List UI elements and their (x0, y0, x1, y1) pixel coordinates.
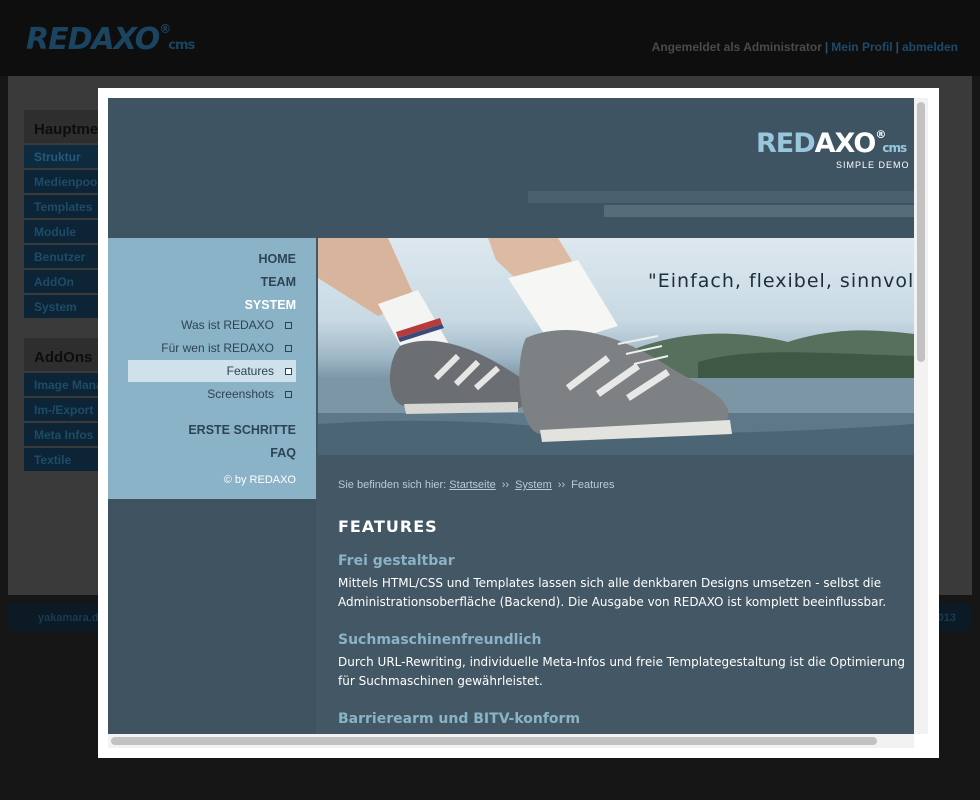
section-title: Frei gestaltbar (338, 553, 455, 569)
bullet-square-icon (285, 368, 292, 375)
hero-image: "Einfach, flexibel, sinnvol (318, 238, 914, 455)
page-title: FEATURES (338, 517, 438, 536)
sidebar-filler (108, 499, 316, 734)
site-tagline: SIMPLE DEMO (836, 160, 910, 170)
bullet-square-icon (285, 391, 292, 398)
section-text: Durch URL-Rewriting, individuelle Meta-I… (338, 655, 906, 688)
preview-modal: REDAXO®cms SIMPLE DEMO HOME TEAM SYSTEM … (98, 88, 939, 758)
footer-year: 013 (937, 612, 956, 624)
nav-sub-fuer-wen[interactable]: Für wen ist REDAXO (128, 337, 296, 359)
section-title: Barrierearm und BITV-konform (338, 711, 581, 727)
backend-logo[interactable]: REDAXO®cms (26, 22, 195, 57)
section-title: Suchmaschinenfreundlich (338, 632, 542, 648)
footer-link[interactable]: yakamara.d (38, 612, 99, 624)
nav-faq[interactable]: FAQ (270, 446, 296, 460)
breadcrumb-current: Features (571, 479, 615, 491)
breadcrumb-system[interactable]: System (515, 479, 552, 491)
backend-header: REDAXO®cms Angemeldet als Administrator |… (0, 0, 980, 76)
hero-quote: "Einfach, flexibel, sinnvol (648, 270, 914, 292)
nav-sub-features[interactable]: Features (128, 360, 296, 382)
section-text: Mittels HTML/CSS und Templates lassen si… (338, 576, 887, 609)
breadcrumb: Sie befinden sich hier: Startseite ›› Syst… (338, 479, 615, 491)
nav-home[interactable]: HOME (259, 252, 297, 266)
breadcrumb-separator: ›› (501, 479, 510, 491)
nav-erste-schritte[interactable]: ERSTE SCHRITTE (188, 423, 296, 437)
nav-team[interactable]: TEAM (261, 275, 296, 289)
login-status: Angemeldet als Administrator | Mein Profil… (651, 40, 958, 54)
breadcrumb-separator: ›› (557, 479, 566, 491)
site-viewport: REDAXO®cms SIMPLE DEMO HOME TEAM SYSTEM … (108, 98, 914, 734)
nav-sub-was-ist-redaxo[interactable]: Was ist REDAXO (128, 314, 296, 336)
login-status-text: Angemeldet als Administrator (651, 40, 822, 54)
header-stripe (604, 205, 914, 217)
header-stripe (528, 191, 914, 203)
breadcrumb-prefix: Sie befinden sich hier: (338, 479, 447, 491)
main-content: Sie befinden sich hier: Startseite ›› Syst… (318, 455, 914, 734)
nav-sub-screenshots[interactable]: Screenshots (128, 383, 296, 405)
site-navigation: HOME TEAM SYSTEM Was ist REDAXO Für wen … (108, 238, 316, 499)
bullet-square-icon (285, 322, 292, 329)
site-header: REDAXO®cms SIMPLE DEMO (108, 98, 914, 238)
nav-system[interactable]: SYSTEM (245, 298, 296, 312)
scrollbar-thumb[interactable] (111, 737, 877, 745)
vertical-scrollbar[interactable] (914, 98, 928, 734)
profile-link[interactable]: Mein Profil (831, 40, 892, 54)
copyright: © by REDAXO (223, 474, 296, 486)
logout-link[interactable]: abmelden (902, 40, 958, 54)
site-logo[interactable]: REDAXO®cms (756, 128, 907, 159)
breadcrumb-startseite[interactable]: Startseite (449, 479, 495, 491)
scrollbar-thumb[interactable] (917, 102, 925, 362)
horizontal-scrollbar[interactable] (108, 734, 914, 748)
bullet-square-icon (285, 345, 292, 352)
